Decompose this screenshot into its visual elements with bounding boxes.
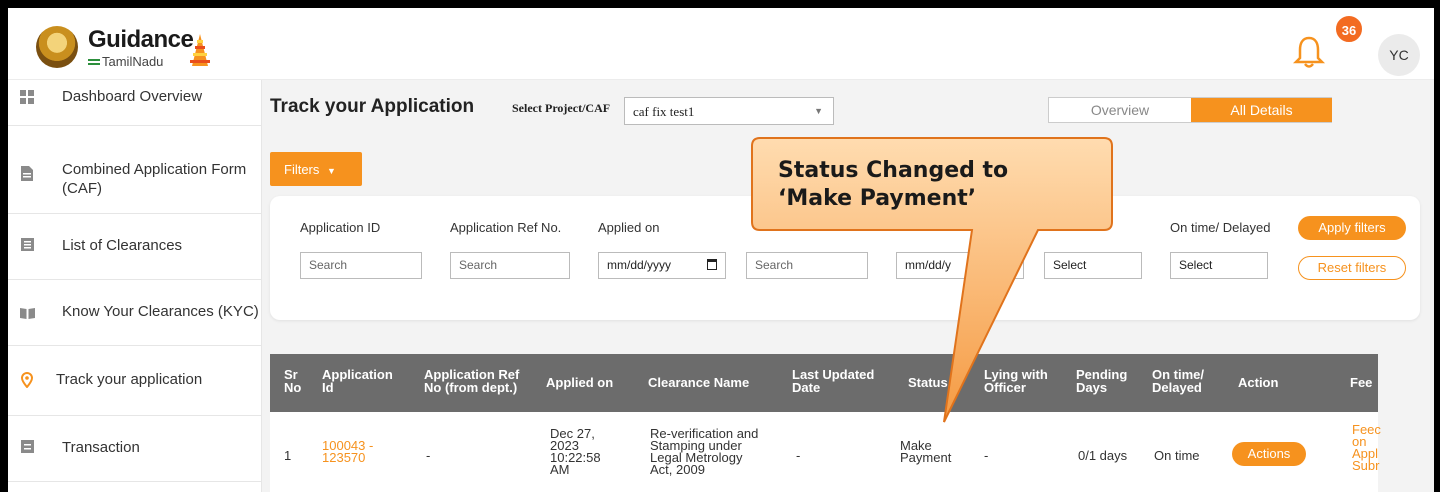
sidebar-item-label: Combined Application Form (CAF) <box>62 161 247 197</box>
cell-application-id-link[interactable]: 100043 -123570 <box>322 439 373 464</box>
grid-icon <box>20 90 34 107</box>
placeholder-text: Search <box>755 258 794 272</box>
document-icon <box>20 166 34 184</box>
placeholder-text: Select <box>1179 258 1213 272</box>
actions-button[interactable]: Actions <box>1232 442 1306 466</box>
header-clearance-name: Clearance Name <box>648 375 750 390</box>
header-ref-no: Application Ref No (from dept.) <box>424 367 520 395</box>
placeholder-text: mm/dd/y <box>905 258 952 272</box>
guidance-logo[interactable]: Guidance TamilNadu <box>36 26 216 70</box>
applied-on-date-input[interactable]: mm/dd/yyyy <box>598 252 726 279</box>
cell-status: Make Payment <box>900 438 952 465</box>
status-select[interactable]: Select <box>1044 252 1142 279</box>
main-content: Track your Application Select Project/CA… <box>262 80 1434 492</box>
chevron-down-icon: ▼ <box>814 106 823 116</box>
cell-clearance-name: Re-verification and Stamping under Legal M… <box>650 426 759 477</box>
cell-pending-days: 0/1 days <box>1078 448 1128 463</box>
placeholder-text: Search <box>459 258 498 272</box>
header-action: Action <box>1238 375 1279 390</box>
application-ref-label: Application Ref No. <box>450 220 562 235</box>
applied-on-label: Applied on <box>598 220 660 235</box>
callout-text: Status Changed to ‘Make Payment’ <box>778 157 1088 213</box>
gopuram-icon <box>190 34 210 66</box>
sidebar-item-kyc[interactable]: Know Your Clearances (KYC) <box>8 280 262 346</box>
caret-down-icon: ▼ <box>327 166 336 176</box>
header-ontime: On time/Delayed <box>1152 367 1205 395</box>
cell-applied-on: Dec 27, 2023 10:22:58 AM <box>550 426 601 477</box>
logo-subtitle: TamilNadu <box>102 54 164 69</box>
location-pin-icon <box>20 372 34 391</box>
header-feedback: Fee <box>1350 375 1373 390</box>
cell-feedback-link[interactable]: Feec on Appl Subr <box>1352 423 1381 472</box>
header-application-id: Application Id <box>322 367 393 395</box>
user-avatar[interactable]: YC <box>1378 34 1420 76</box>
sidebar-item-track[interactable]: Track your application <box>8 346 262 416</box>
notification-bell-icon[interactable] <box>1292 32 1326 70</box>
tab-all-details[interactable]: All Details <box>1191 98 1332 122</box>
book-icon <box>20 306 35 322</box>
cell-sr: 1 <box>284 448 292 463</box>
header-status: Status <box>908 375 948 390</box>
placeholder-text: Select <box>1053 258 1087 272</box>
sidebar-item-transaction[interactable]: Transaction <box>8 416 262 482</box>
clearance-name-input[interactable]: Search <box>746 252 868 279</box>
sidebar: Dashboard Overview Combined Application … <box>8 80 262 492</box>
sidebar-item-label: List of Clearances <box>62 237 183 254</box>
application-id-input[interactable]: Search <box>300 252 422 279</box>
reset-filters-button[interactable]: Reset filters <box>1298 256 1406 280</box>
app-window: Guidance TamilNadu 36 YC Dashboard Overv… <box>8 8 1434 492</box>
header-sr-no: Sr No <box>284 367 302 395</box>
sidebar-item-clearances[interactable]: List of Clearances <box>8 214 262 280</box>
application-ref-input[interactable]: Search <box>450 252 570 279</box>
project-select[interactable]: caf fix test1 ▼ <box>624 97 834 125</box>
last-updated-date-input[interactable]: mm/dd/y <box>896 252 1024 279</box>
callout-line-1: Status Changed to <box>778 158 1009 183</box>
sidebar-item-label: Dashboard Overview <box>62 88 203 105</box>
ontime-delayed-label: On time/ Delayed <box>1170 220 1271 235</box>
application-id-label: Application ID <box>300 220 381 235</box>
placeholder-text: mm/dd/yyyy <box>607 258 672 272</box>
notification-count-badge[interactable]: 36 <box>1334 14 1364 44</box>
cell-last-updated: - <box>796 448 801 463</box>
project-select-label: Select Project/CAF <box>512 101 611 115</box>
filter-panel: Application ID Search Application Ref No… <box>270 196 1420 320</box>
cell-ref-no: - <box>426 448 431 463</box>
transaction-icon <box>20 440 34 456</box>
header-lying-with: Lying with Officer <box>984 367 1048 395</box>
logo-stripes-icon <box>88 59 100 65</box>
sidebar-item-label: Transaction <box>62 439 140 456</box>
sidebar-item-label: Know Your Clearances (KYC) <box>62 303 259 320</box>
header-applied-on: Applied on <box>546 375 614 390</box>
header-pending-days: Pending Days <box>1076 367 1128 395</box>
filters-button-label: Filters <box>284 162 320 177</box>
apply-filters-button[interactable]: Apply filters <box>1298 216 1406 240</box>
table-header: Sr No Application Id Application Ref No (fr… <box>270 354 1378 412</box>
list-icon <box>20 238 34 254</box>
cell-lying-with: - <box>984 448 989 463</box>
sidebar-item-label: Track your application <box>56 371 203 388</box>
page-title: Track your Application <box>270 96 475 117</box>
sidebar-item-dashboard[interactable]: Dashboard Overview <box>8 80 262 126</box>
view-toggle: Overview All Details <box>1048 97 1332 123</box>
placeholder-text: Search <box>309 258 348 272</box>
tab-overview[interactable]: Overview <box>1049 98 1191 122</box>
callout-line-2: ‘Make Payment’ <box>778 186 977 211</box>
top-header: Guidance TamilNadu 36 YC <box>8 8 1434 80</box>
tamilnadu-emblem-icon <box>36 26 78 68</box>
logo-title: Guidance <box>88 26 194 53</box>
project-select-value: caf fix test1 <box>633 104 695 119</box>
cell-ontime: On time <box>1154 448 1200 463</box>
applications-table: Sr No Application Id Application Ref No (fr… <box>270 354 1381 492</box>
filters-button[interactable]: Filters ▼ <box>270 152 362 186</box>
header-last-updated: Last Updated Date <box>792 367 875 395</box>
calendar-icon <box>707 259 717 270</box>
sidebar-item-caf[interactable]: Combined Application Form (CAF) <box>8 126 262 214</box>
table-row: 1 100043 -123570 - Dec 27, 2023 10:22:58 AM… <box>270 412 1381 492</box>
ontime-delayed-select[interactable]: Select <box>1170 252 1268 279</box>
